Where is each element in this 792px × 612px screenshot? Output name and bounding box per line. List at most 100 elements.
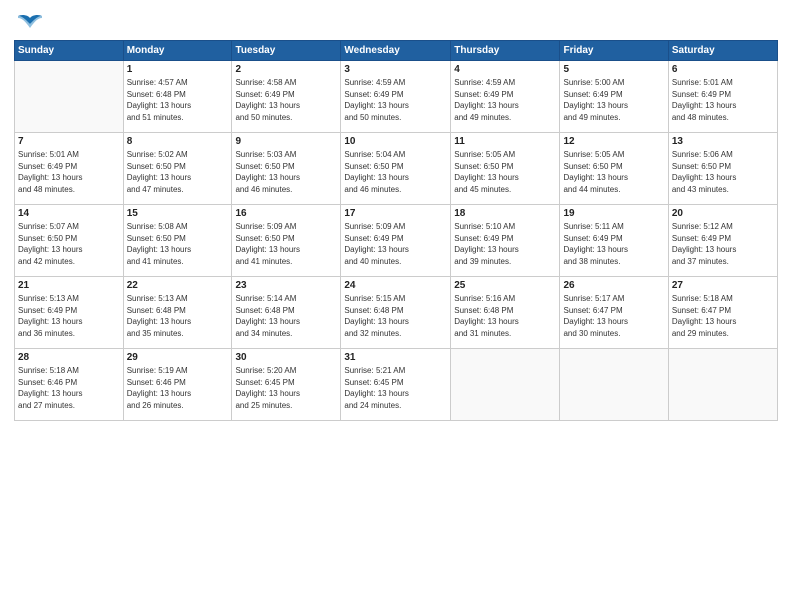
calendar-cell: 28 Sunrise: 5:18 AM Sunset: 6:46 PM Dayli… — [15, 349, 124, 421]
day-number: 16 — [235, 208, 337, 219]
calendar-cell: 31 Sunrise: 5:21 AM Sunset: 6:45 PM Dayli… — [341, 349, 451, 421]
week-row-5: 28 Sunrise: 5:18 AM Sunset: 6:46 PM Dayli… — [15, 349, 778, 421]
calendar-cell: 8 Sunrise: 5:02 AM Sunset: 6:50 PM Daylig… — [123, 133, 232, 205]
calendar-cell — [451, 349, 560, 421]
day-info: Sunrise: 5:17 AM Sunset: 6:47 PM Dayligh… — [563, 293, 664, 339]
calendar-cell: 26 Sunrise: 5:17 AM Sunset: 6:47 PM Dayli… — [560, 277, 668, 349]
day-info: Sunrise: 5:03 AM Sunset: 6:50 PM Dayligh… — [235, 149, 337, 195]
calendar-table: SundayMondayTuesdayWednesdayThursdayFrid… — [14, 40, 778, 421]
calendar-cell: 12 Sunrise: 5:05 AM Sunset: 6:50 PM Dayli… — [560, 133, 668, 205]
day-info: Sunrise: 5:05 AM Sunset: 6:50 PM Dayligh… — [454, 149, 556, 195]
day-number: 1 — [127, 64, 229, 75]
col-header-monday: Monday — [123, 41, 232, 61]
calendar-cell: 1 Sunrise: 4:57 AM Sunset: 6:48 PM Daylig… — [123, 61, 232, 133]
day-number: 25 — [454, 280, 556, 291]
day-number: 30 — [235, 352, 337, 363]
calendar-cell: 10Sunrise: 5:04 AM Sunset: 6:50 PM Dayli… — [341, 133, 451, 205]
day-number: 18 — [454, 208, 556, 219]
day-number: 4 — [454, 64, 556, 75]
day-info: Sunrise: 5:13 AM Sunset: 6:49 PM Dayligh… — [18, 293, 120, 339]
day-number: 21 — [18, 280, 120, 291]
calendar-cell: 18 Sunrise: 5:10 AM Sunset: 6:49 PM Dayli… — [451, 205, 560, 277]
day-info: Sunrise: 5:07 AM Sunset: 6:50 PM Dayligh… — [18, 221, 120, 267]
day-number: 22 — [127, 280, 229, 291]
col-header-thursday: Thursday — [451, 41, 560, 61]
day-number: 14 — [18, 208, 120, 219]
calendar-cell: 5Sunrise: 5:00 AM Sunset: 6:49 PM Daylig… — [560, 61, 668, 133]
day-number: 8 — [127, 136, 229, 147]
week-row-4: 21 Sunrise: 5:13 AM Sunset: 6:49 PM Dayli… — [15, 277, 778, 349]
calendar-cell — [15, 61, 124, 133]
logo-bird-icon — [16, 14, 44, 34]
day-info: Sunrise: 5:01 AM Sunset: 6:49 PM Dayligh… — [672, 77, 774, 123]
day-number: 6 — [672, 64, 774, 75]
col-header-saturday: Saturday — [668, 41, 777, 61]
day-info: Sunrise: 5:19 AM Sunset: 6:46 PM Dayligh… — [127, 365, 229, 411]
calendar-cell: 20 Sunrise: 5:12 AM Sunset: 6:49 PM Dayli… — [668, 205, 777, 277]
day-number: 17 — [344, 208, 447, 219]
week-row-2: 7 Sunrise: 5:01 AM Sunset: 6:49 PM Daylig… — [15, 133, 778, 205]
day-number: 29 — [127, 352, 229, 363]
day-info: Sunrise: 5:11 AM Sunset: 6:49 PM Dayligh… — [563, 221, 664, 267]
calendar-cell: 23Sunrise: 5:14 AM Sunset: 6:48 PM Dayli… — [232, 277, 341, 349]
col-header-sunday: Sunday — [15, 41, 124, 61]
day-info: Sunrise: 5:18 AM Sunset: 6:47 PM Dayligh… — [672, 293, 774, 339]
day-number: 11 — [454, 136, 556, 147]
day-number: 27 — [672, 280, 774, 291]
day-info: Sunrise: 4:59 AM Sunset: 6:49 PM Dayligh… — [344, 77, 447, 123]
day-number: 19 — [563, 208, 664, 219]
day-info: Sunrise: 5:10 AM Sunset: 6:49 PM Dayligh… — [454, 221, 556, 267]
day-info: Sunrise: 5:15 AM Sunset: 6:48 PM Dayligh… — [344, 293, 447, 339]
calendar-cell: 9 Sunrise: 5:03 AM Sunset: 6:50 PM Daylig… — [232, 133, 341, 205]
calendar-cell: 4 Sunrise: 4:59 AM Sunset: 6:49 PM Daylig… — [451, 61, 560, 133]
week-row-1: 1 Sunrise: 4:57 AM Sunset: 6:48 PM Daylig… — [15, 61, 778, 133]
day-info: Sunrise: 5:02 AM Sunset: 6:50 PM Dayligh… — [127, 149, 229, 195]
calendar-cell: 19 Sunrise: 5:11 AM Sunset: 6:49 PM Dayli… — [560, 205, 668, 277]
calendar-cell: 21 Sunrise: 5:13 AM Sunset: 6:49 PM Dayli… — [15, 277, 124, 349]
header — [14, 10, 778, 34]
calendar-cell — [560, 349, 668, 421]
day-info: Sunrise: 5:04 AM Sunset: 6:50 PM Dayligh… — [344, 149, 447, 195]
day-number: 12 — [563, 136, 664, 147]
day-info: Sunrise: 4:58 AM Sunset: 6:49 PM Dayligh… — [235, 77, 337, 123]
day-info: Sunrise: 5:20 AM Sunset: 6:45 PM Dayligh… — [235, 365, 337, 411]
calendar-cell: 15Sunrise: 5:08 AM Sunset: 6:50 PM Dayli… — [123, 205, 232, 277]
col-header-wednesday: Wednesday — [341, 41, 451, 61]
day-info: Sunrise: 5:06 AM Sunset: 6:50 PM Dayligh… — [672, 149, 774, 195]
day-number: 28 — [18, 352, 120, 363]
day-info: Sunrise: 5:05 AM Sunset: 6:50 PM Dayligh… — [563, 149, 664, 195]
calendar-cell: 30 Sunrise: 5:20 AM Sunset: 6:45 PM Dayli… — [232, 349, 341, 421]
col-header-friday: Friday — [560, 41, 668, 61]
calendar-cell: 11 Sunrise: 5:05 AM Sunset: 6:50 PM Dayli… — [451, 133, 560, 205]
day-info: Sunrise: 5:01 AM Sunset: 6:49 PM Dayligh… — [18, 149, 120, 195]
day-number: 26 — [563, 280, 664, 291]
day-info: Sunrise: 5:18 AM Sunset: 6:46 PM Dayligh… — [18, 365, 120, 411]
calendar-cell: 22 Sunrise: 5:13 AM Sunset: 6:48 PM Dayli… — [123, 277, 232, 349]
day-info: Sunrise: 4:59 AM Sunset: 6:49 PM Dayligh… — [454, 77, 556, 123]
day-number: 24 — [344, 280, 447, 291]
col-header-tuesday: Tuesday — [232, 41, 341, 61]
day-number: 20 — [672, 208, 774, 219]
logo — [14, 14, 44, 34]
day-info: Sunrise: 5:21 AM Sunset: 6:45 PM Dayligh… — [344, 365, 447, 411]
day-number: 13 — [672, 136, 774, 147]
calendar-cell: 27 Sunrise: 5:18 AM Sunset: 6:47 PM Dayli… — [668, 277, 777, 349]
day-info: Sunrise: 4:57 AM Sunset: 6:48 PM Dayligh… — [127, 77, 229, 123]
week-row-3: 14 Sunrise: 5:07 AM Sunset: 6:50 PM Dayli… — [15, 205, 778, 277]
calendar-cell: 29 Sunrise: 5:19 AM Sunset: 6:46 PM Dayli… — [123, 349, 232, 421]
day-info: Sunrise: 5:12 AM Sunset: 6:49 PM Dayligh… — [672, 221, 774, 267]
day-number: 5 — [563, 64, 664, 75]
calendar-cell: 6 Sunrise: 5:01 AM Sunset: 6:49 PM Daylig… — [668, 61, 777, 133]
calendar-cell — [668, 349, 777, 421]
day-number: 23 — [235, 280, 337, 291]
page-container: SundayMondayTuesdayWednesdayThursdayFrid… — [0, 0, 792, 612]
header-row: SundayMondayTuesdayWednesdayThursdayFrid… — [15, 41, 778, 61]
day-info: Sunrise: 5:16 AM Sunset: 6:48 PM Dayligh… — [454, 293, 556, 339]
calendar-cell: 24 Sunrise: 5:15 AM Sunset: 6:48 PM Dayli… — [341, 277, 451, 349]
day-info: Sunrise: 5:09 AM Sunset: 6:50 PM Dayligh… — [235, 221, 337, 267]
day-number: 31 — [344, 352, 447, 363]
day-number: 7 — [18, 136, 120, 147]
calendar-cell: 17Sunrise: 5:09 AM Sunset: 6:49 PM Dayli… — [341, 205, 451, 277]
day-info: Sunrise: 5:13 AM Sunset: 6:48 PM Dayligh… — [127, 293, 229, 339]
day-number: 9 — [235, 136, 337, 147]
